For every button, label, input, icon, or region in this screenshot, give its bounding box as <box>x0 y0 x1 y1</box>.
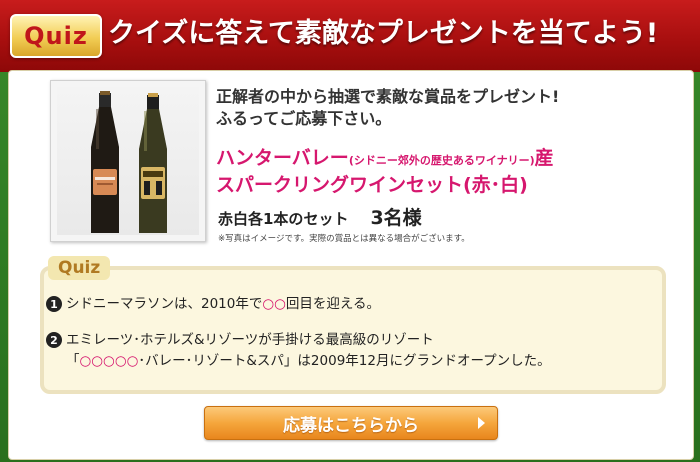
question-2-number-icon: 2 <box>46 332 62 348</box>
question-1-text-after: 回目を迎える。 <box>285 296 381 312</box>
wine-bottles-illustration <box>91 91 167 233</box>
question-2-blank: ○○○○○ <box>79 353 139 369</box>
quiz-badge: Quiz <box>10 14 102 58</box>
winner-count: 3名様 <box>370 207 422 229</box>
question-1-blank: ○○ <box>262 296 286 312</box>
prize-name-main: ハンターバレー <box>216 147 349 169</box>
prize-name-origin: 産 <box>534 147 554 169</box>
quiz-section-tab: Quiz <box>48 256 111 280</box>
red-wine-bottle <box>91 91 119 233</box>
question-2-open-bracket: 「 <box>66 353 80 369</box>
quiz-section-label: Quiz <box>58 258 101 278</box>
image-disclaimer: ※写真はイメージです。実際の賞品とは異なる場合がございます。 <box>218 234 470 244</box>
prize-name: ハンターバレー(シドニー郊外の歴史あるワイナリー)産 スパークリングワインセット… <box>216 146 554 198</box>
question-2-line-1: エミレーツ･ホテルズ&リゾーツが手掛ける最高級のリゾート <box>66 332 434 348</box>
apply-button-label: 応募はこちらから <box>283 415 419 436</box>
wine-bottles-image <box>57 87 199 235</box>
white-wine-bottle <box>139 93 167 233</box>
prize-name-note: (シドニー郊外の歴史あるワイナリー) <box>348 154 535 167</box>
page-title: クイズに答えて素敵なプレゼントを当てよう! <box>108 18 659 49</box>
intro-line-1: 正解者の中から抽選で素敵な賞品をプレゼント! <box>216 87 560 106</box>
quiz-page: Quiz クイズに答えて素敵なプレゼントを当てよう! 正解者の中から抽選で素敵な… <box>0 0 700 462</box>
prize-intro: 正解者の中から抽選で素敵な賞品をプレゼント! ふるってご応募下さい。 <box>216 86 559 130</box>
header-banner: Quiz クイズに答えて素敵なプレゼントを当てよう! <box>0 0 700 72</box>
question-2-line-2: 「○○○○○･バレー･リゾート&スパ」は2009年12月にグランドオープンした。 <box>66 351 551 372</box>
arrow-right-icon <box>478 417 485 429</box>
quiz-question-2: 2 エミレーツ･ホテルズ&リゾーツが手掛ける最高級のリゾート 「○○○○○･バレ… <box>46 330 551 372</box>
question-1-number-icon: 1 <box>46 296 62 312</box>
quiz-question-1: 1 シドニーマラソンは、2010年で○○回目を迎える。 <box>46 294 381 315</box>
question-1-text-before: シドニーマラソンは、2010年で <box>66 296 263 312</box>
quantity-label: 赤白各1本のセット <box>218 210 349 228</box>
question-2-text-after: ･バレー･リゾート&スパ」は2009年12月にグランドオープンした。 <box>138 353 551 369</box>
prize-quantity: 赤白各1本のセット 3名様 <box>218 203 422 230</box>
intro-line-2: ふるってご応募下さい。 <box>216 109 392 128</box>
prize-photo-frame <box>50 80 206 242</box>
apply-button[interactable]: 応募はこちらから <box>204 406 498 440</box>
prize-name-line-2: スパークリングワインセット(赤･白) <box>216 174 528 196</box>
quiz-badge-label: Quiz <box>24 22 88 50</box>
prize-name-line-1: ハンターバレー(シドニー郊外の歴史あるワイナリー)産 <box>216 146 554 173</box>
